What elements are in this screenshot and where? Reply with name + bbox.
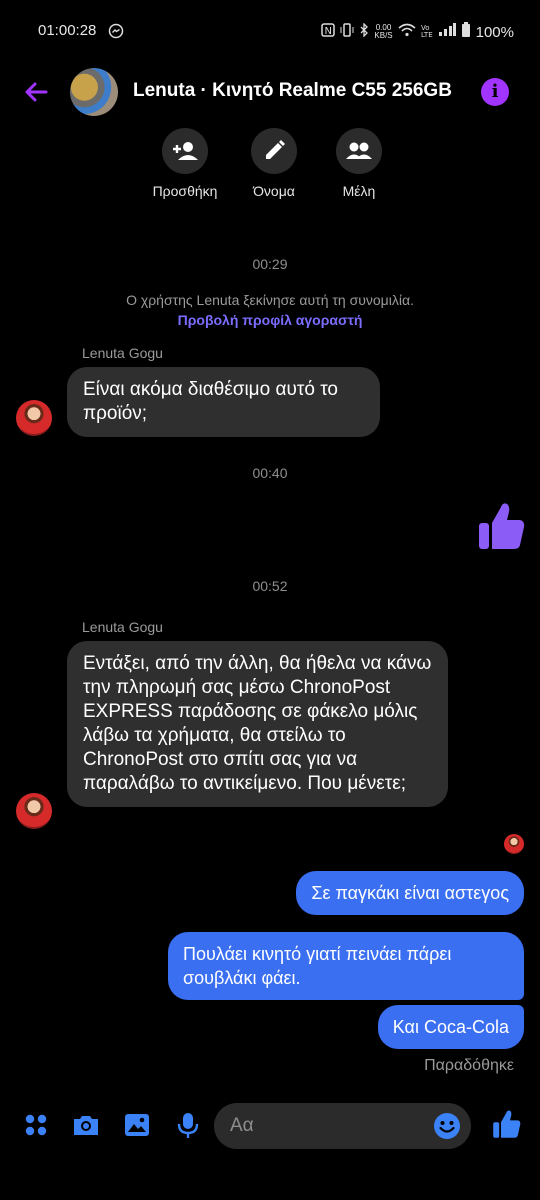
battery-icon: [461, 22, 471, 42]
outgoing-message[interactable]: Σε παγκάκι είναι αστεγος: [296, 871, 524, 915]
emoji-button[interactable]: [433, 1112, 461, 1140]
sender-avatar[interactable]: [16, 400, 52, 436]
incoming-message[interactable]: Είναι ακόμα διαθέσιμο αυτό το προϊόν;: [67, 367, 380, 437]
microphone-icon: [177, 1113, 199, 1138]
gallery-button[interactable]: [122, 1110, 152, 1140]
back-arrow-icon: [25, 82, 48, 102]
camera-button[interactable]: [71, 1110, 101, 1140]
incoming-message[interactable]: Εντάξει, από την άλλη, θα ήθελα να κάνω …: [67, 641, 448, 807]
sender-name: Lenuta Gogu: [82, 345, 163, 361]
timestamp: 00:29: [252, 256, 288, 272]
timestamp: 00:40: [252, 465, 288, 481]
status-icons: N 0.00 KB/S Vo LTE 100%: [321, 22, 514, 42]
status-bar: 01:00:28 N 0.00 KB/S Vo LTE 100%: [0, 0, 540, 62]
members-icon: [336, 128, 382, 174]
add-person-icon: [162, 128, 208, 174]
read-receipt-avatar: [504, 834, 524, 854]
view-buyer-profile-link[interactable]: Προβολή προφίλ αγοραστή: [178, 312, 363, 328]
camera-icon: [74, 1116, 98, 1135]
outgoing-message[interactable]: Πουλάει κινητό γιατί πεινάει πάρει σουβλ…: [168, 932, 524, 1000]
volte-icon: Vo LTE: [421, 24, 433, 40]
smiley-icon: [434, 1113, 460, 1139]
wifi-icon: [398, 23, 416, 41]
sender-avatar[interactable]: [16, 793, 52, 829]
system-text: Ο χρήστης Lenuta ξεκίνησε αυτή τη συνομι…: [126, 292, 414, 308]
info-icon: i: [491, 81, 499, 102]
thumbs-up-message[interactable]: [478, 501, 526, 551]
vibrate-icon: [340, 23, 354, 41]
bluetooth-icon: [359, 22, 369, 41]
message-input[interactable]: Αα: [214, 1103, 471, 1149]
members-label: Μέλη: [342, 183, 376, 199]
like-button[interactable]: [492, 1109, 522, 1139]
image-icon: [125, 1114, 149, 1136]
status-time: 01:00:28: [38, 22, 97, 39]
outgoing-message[interactable]: Και Coca-Cola: [377, 1005, 524, 1049]
message-placeholder: Αα: [230, 1115, 254, 1136]
back-button[interactable]: [20, 76, 52, 108]
conversation-title[interactable]: Lenuta · Κινητό Realme C55 256GB: [133, 80, 452, 102]
delivery-status: Παραδόθηκε: [424, 1057, 514, 1074]
four-dots-icon: [25, 1114, 47, 1136]
conversation-avatar[interactable]: [70, 68, 118, 116]
messenger-notification-icon: [108, 23, 124, 44]
signal-icon: [438, 23, 456, 41]
sender-name: Lenuta Gogu: [82, 619, 163, 635]
timestamp: 00:52: [252, 578, 288, 594]
add-people-button[interactable]: Προσθήκη: [135, 128, 235, 199]
more-apps-button[interactable]: [21, 1110, 51, 1140]
add-people-label: Προσθήκη: [152, 183, 218, 199]
svg-text:LTE: LTE: [421, 31, 433, 38]
pencil-icon: [251, 128, 297, 174]
system-message: Ο χρήστης Lenuta ξεκίνησε αυτή τη συνομι…: [110, 290, 430, 330]
battery-percent: 100%: [475, 23, 514, 41]
thumbs-up-icon: [479, 503, 525, 549]
nfc-icon: N: [321, 23, 336, 41]
thumbs-up-icon: [493, 1110, 521, 1138]
info-button[interactable]: i: [481, 78, 509, 106]
voice-button[interactable]: [173, 1110, 203, 1140]
members-button[interactable]: Μέλη: [309, 128, 409, 199]
svg-text:N: N: [325, 26, 332, 37]
net-speed: 0.00 KB/S: [374, 23, 393, 40]
